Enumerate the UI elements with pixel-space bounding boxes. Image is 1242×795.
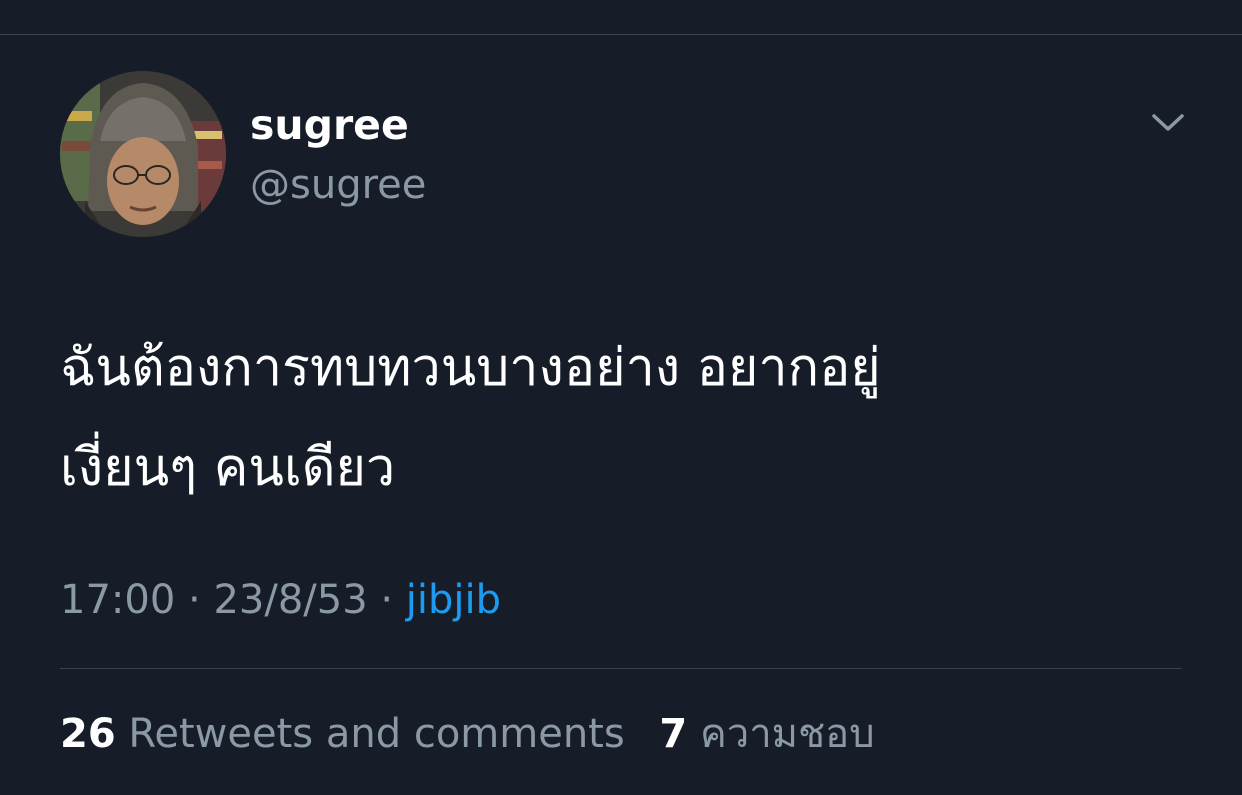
- likes-label: ความชอบ: [699, 711, 875, 757]
- tweet-detail-page: sugree @sugree ฉันต้องการทบทวนบางอย่าง อ…: [0, 0, 1242, 795]
- retweets-stat[interactable]: 26 Retweets and comments: [60, 711, 625, 757]
- user-handle[interactable]: @sugree: [250, 160, 426, 210]
- avatar-image: [60, 71, 226, 237]
- tweet-stats: 26 Retweets and comments 7 ความชอบ: [60, 706, 875, 762]
- stats-divider: [60, 668, 1182, 669]
- retweets-label: Retweets and comments: [128, 711, 625, 757]
- display-name[interactable]: sugree: [250, 100, 409, 150]
- retweets-count: 26: [60, 711, 116, 757]
- top-divider: [0, 34, 1242, 35]
- tweet-time[interactable]: 17:00: [60, 577, 175, 623]
- meta-separator: ·: [380, 577, 394, 623]
- tweet-text-line: ฉันต้องการทบทวนบางอย่าง อยากอยู่: [60, 338, 881, 398]
- tweet-text-line: เงี่ยนๆ คนเดียว: [60, 438, 396, 498]
- tweet-source-link[interactable]: jibjib: [406, 577, 501, 623]
- meta-separator: ·: [188, 577, 201, 623]
- avatar[interactable]: [60, 71, 226, 237]
- tweet-date[interactable]: 23/8/53: [213, 577, 367, 623]
- likes-stat[interactable]: 7 ความชอบ: [659, 711, 874, 757]
- tweet-meta: 17:00 · 23/8/53 · jibjib: [60, 572, 501, 628]
- tweet-text: ฉันต้องการทบทวนบางอย่าง อยากอยู่ เงี่ยนๆ…: [60, 318, 1180, 518]
- chevron-down-icon[interactable]: [1146, 104, 1190, 140]
- likes-count: 7: [659, 711, 688, 757]
